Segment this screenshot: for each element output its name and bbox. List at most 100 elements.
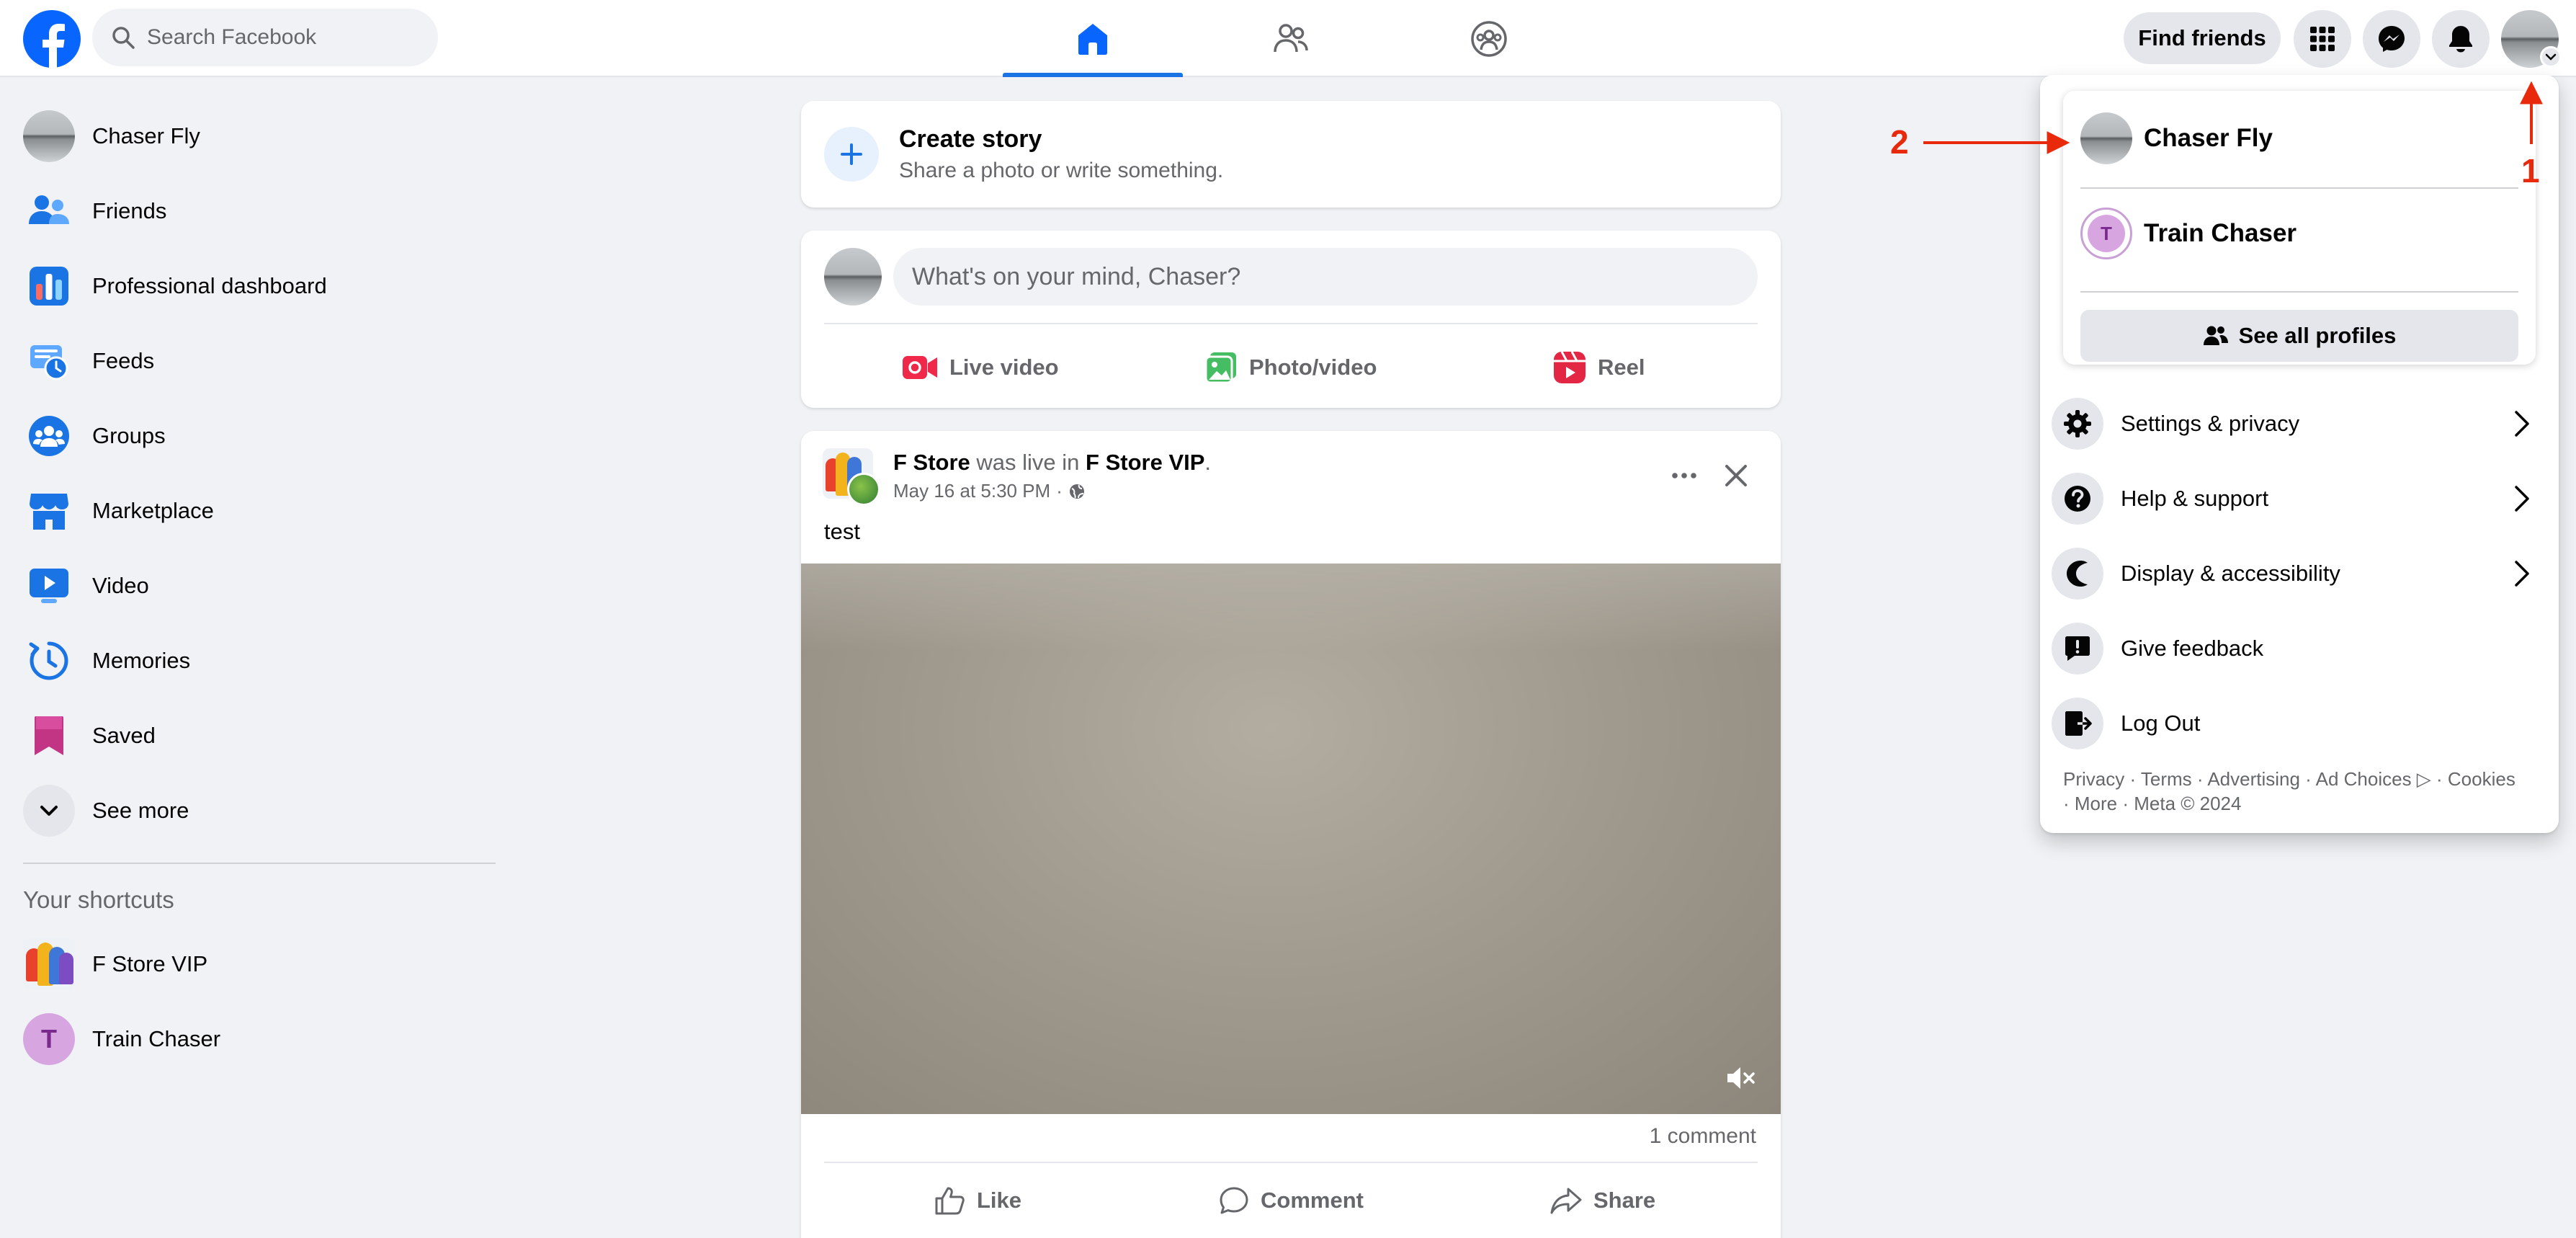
logout-icon [2052, 698, 2103, 749]
notifications-button[interactable] [2432, 10, 2490, 68]
friends-icon [1274, 23, 1308, 52]
comment-icon [1220, 1187, 1248, 1214]
shortcut-f-store-vip[interactable]: F Store VIP [12, 930, 501, 999]
tab-friends[interactable] [1201, 0, 1381, 77]
facebook-logo-icon[interactable] [23, 10, 81, 68]
post-meta: May 16 at 5:30 PM · [893, 480, 1086, 502]
sidebar-item-marketplace[interactable]: Marketplace [12, 476, 501, 545]
footer-line[interactable]: · More · Meta © 2024 [2063, 791, 2546, 816]
sidebar-item-label: Friends [92, 198, 167, 223]
live-video-icon [903, 356, 937, 379]
menu-log-out[interactable]: Log Out [2052, 689, 2547, 758]
close-icon[interactable] [1713, 453, 1759, 499]
globe-icon [1069, 484, 1084, 499]
see-all-profiles-button[interactable]: See all profiles [2080, 310, 2518, 362]
create-story-card[interactable]: Create story Share a photo or write some… [801, 101, 1781, 208]
sidebar-item-label: Video [92, 573, 149, 598]
marketplace-icon [23, 485, 75, 537]
photo-video-button[interactable]: Photo/video [1204, 337, 1377, 398]
share-button[interactable]: Share [1550, 1172, 1655, 1229]
post-verb: was live in [976, 450, 1080, 475]
create-story-subtitle: Share a photo or write something. [899, 159, 1224, 182]
like-icon [935, 1187, 965, 1215]
avatar: T [23, 1013, 75, 1065]
more-options-icon[interactable] [1661, 453, 1707, 499]
post-author[interactable]: F Store [893, 450, 970, 475]
sidebar-item-memories[interactable]: Memories [12, 626, 501, 695]
moon-icon [2052, 548, 2103, 600]
saved-icon [23, 710, 75, 762]
like-button[interactable]: Like [935, 1172, 1021, 1229]
post-date[interactable]: May 16 at 5:30 PM [893, 480, 1050, 502]
sidebar-item-label: Train Chaser [92, 1026, 221, 1051]
menu-display-accessibility[interactable]: Display & accessibility [2052, 539, 2547, 608]
mute-icon[interactable] [1722, 1058, 1762, 1098]
footer-line[interactable]: Privacy · Terms · Advertising · Ad Choic… [2063, 767, 2546, 791]
chevron-down-icon [23, 785, 75, 837]
group-image [23, 938, 75, 990]
menu-grid-button[interactable] [2294, 10, 2351, 68]
live-video-button[interactable]: Live video [902, 337, 1059, 398]
sidebar-item-label: Marketplace [92, 498, 214, 523]
sidebar-divider [23, 863, 496, 864]
tab-groups[interactable] [1399, 0, 1579, 77]
gear-icon [2052, 398, 2103, 450]
search-box[interactable]: Search Facebook [92, 9, 438, 66]
feeds-icon [23, 335, 75, 387]
sidebar-item-feeds[interactable]: Feeds [12, 326, 501, 396]
footer-links[interactable]: Privacy · Terms · Advertising · Ad Choic… [2063, 767, 2546, 816]
sidebar-item-label: See more [92, 798, 189, 823]
memories-icon [23, 635, 75, 687]
sidebar-item-label: Saved [92, 723, 156, 748]
menu-help-support[interactable]: Help & support [2052, 464, 2547, 533]
page-avatar[interactable] [823, 448, 880, 506]
comment-button[interactable]: Comment [1219, 1172, 1364, 1229]
shortcut-train-chaser[interactable]: T Train Chaser [12, 1005, 501, 1074]
bell-icon [2449, 26, 2472, 53]
sidebar-item-label: Memories [92, 648, 191, 673]
shortcuts-heading: Your shortcuts [23, 886, 174, 913]
sidebar-item-video[interactable]: Video [12, 551, 501, 620]
chevron-down-icon[interactable] [2540, 46, 2562, 68]
sidebar-item-professional-dashboard[interactable]: Professional dashboard [12, 251, 501, 321]
search-input[interactable]: Search Facebook [147, 25, 316, 50]
top-navigation-bar: Search Facebook Find friends [0, 0, 2576, 77]
tab-home[interactable] [1003, 0, 1183, 77]
annotation-number-2: 2 [1890, 123, 1909, 161]
comment-count[interactable]: 1 comment [1650, 1124, 1756, 1149]
chevron-right-icon [2515, 561, 2529, 587]
post-divider [824, 1162, 1758, 1163]
profile-item-train-chaser[interactable]: T Train Chaser [2063, 193, 2536, 274]
sidebar-item-saved[interactable]: Saved [12, 701, 501, 770]
reel-icon [1554, 351, 1586, 383]
whats-on-your-mind-input[interactable]: What's on your mind, Chaser? [893, 248, 1758, 306]
groups-icon [1471, 20, 1507, 57]
post-composer: What's on your mind, Chaser? Live video … [801, 231, 1781, 408]
sidebar-item-friends[interactable]: Friends [12, 177, 501, 246]
dashboard-icon [23, 260, 75, 312]
friends-icon [23, 185, 75, 237]
sidebar-item-label: Groups [92, 423, 166, 448]
menu-settings-privacy[interactable]: Settings & privacy [2052, 389, 2547, 458]
grid-menu-icon [2310, 27, 2335, 51]
messenger-button[interactable] [2363, 10, 2420, 68]
help-icon [2052, 473, 2103, 525]
avatar [23, 110, 75, 162]
annotation-number-1: 1 [2521, 152, 2540, 190]
avatar[interactable] [824, 248, 882, 306]
groups-icon [23, 410, 75, 462]
post-group[interactable]: F Store VIP [1086, 450, 1204, 475]
post-video[interactable] [801, 564, 1781, 1114]
sidebar-item-see-more[interactable]: See more [12, 776, 501, 845]
plus-icon [824, 127, 879, 182]
sidebar-item-profile[interactable]: Chaser Fly [12, 102, 501, 171]
chevron-right-icon [2515, 411, 2529, 437]
reel-button[interactable]: Reel [1553, 337, 1645, 398]
messenger-icon [2379, 26, 2405, 52]
feed-post: F Store was live in F Store VIP. May 16 … [801, 431, 1781, 1238]
sidebar-item-groups[interactable]: Groups [12, 401, 501, 471]
find-friends-button[interactable]: Find friends [2124, 12, 2281, 64]
avatar: T [2088, 215, 2125, 252]
search-icon [111, 25, 135, 50]
menu-give-feedback[interactable]: Give feedback [2052, 614, 2547, 683]
